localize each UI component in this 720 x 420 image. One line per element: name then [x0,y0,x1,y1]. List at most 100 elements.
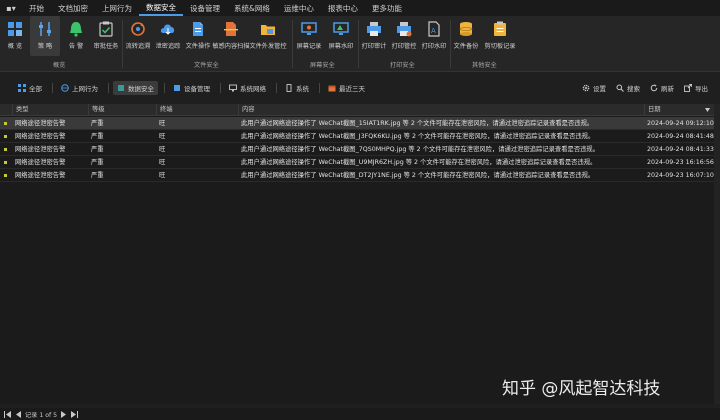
menu-more-functions[interactable]: 更多功能 [365,0,409,16]
printer-icon [367,22,381,36]
row-indicator-header [0,104,12,116]
cell-date: 2024-09-24 08:41:48 [647,133,714,140]
sensitive-scan-button[interactable]: 敏感内容扫描 [212,16,250,56]
menu-system-network[interactable]: 系统&网络 [227,0,277,16]
cell-level: 严重 [91,133,104,140]
clipboard-record-label: 剪切板记录 [484,43,516,50]
column-header-type[interactable]: 类型 [12,104,88,116]
column-header-date[interactable]: 日期 [644,104,714,116]
table-row[interactable]: 网络途径泄密告警 严重 旺 此用户通过网络途径操作了 WeChat截图_DT2J… [0,169,714,182]
print-audit-label: 打印审计 [361,43,387,50]
filter-data-security-label: 数据安全 [128,85,154,93]
row-status-marker [4,135,7,138]
menu-document-encryption[interactable]: 文档加密 [51,0,95,16]
gear-icon [582,84,590,92]
overview-button[interactable]: 概 览 [2,16,28,56]
menu-start[interactable]: 开始 [22,0,51,16]
print-watermark-label: 打印水印 [421,43,447,50]
group-overview-label: 概览 [53,62,66,69]
file-operation-button[interactable]: 文件操作 [184,16,212,56]
toolbar-actions: 设置 搜索 刷新 导出 [578,80,714,96]
cell-level: 严重 [91,172,104,179]
ribbon-separator [122,20,123,68]
cell-type: 网络途径泄密告警 [15,133,66,140]
column-header-content[interactable]: 内容 [238,104,644,116]
print-control-button[interactable]: 打印管控 [390,16,418,56]
scan-document-icon [224,22,238,36]
filter-internet-behavior-label: 上网行为 [72,85,98,93]
menu-report-center[interactable]: 报表中心 [321,0,365,16]
alert-button[interactable]: 告 警 [62,16,90,56]
refresh-button[interactable]: 刷新 [646,81,678,95]
cell-level: 严重 [91,159,104,166]
column-header-level[interactable]: 等级 [88,104,156,116]
vertical-scrollbar[interactable] [714,104,720,404]
export-label: 导出 [695,85,708,93]
menu-ops-center[interactable]: 运维中心 [277,0,321,16]
grid-icon [18,84,26,92]
overview-icon [8,22,22,36]
search-icon [616,84,624,92]
print-audit-button[interactable]: 打印审计 [360,16,388,56]
last-page-icon[interactable] [70,410,79,418]
cell-content: 此用户通过网络途径操作了 WeChat截图_U9MJR6ZH.jpg 等 2 个… [241,159,597,166]
row-status-marker [4,148,7,151]
cell-terminal: 旺 [159,146,166,153]
next-page-icon[interactable] [61,410,67,418]
watermark-text: 知乎 @风起智达科技 [502,379,661,399]
toolbar-separator [52,83,53,93]
menu-data-security[interactable]: 数据安全 [139,0,183,16]
table-header: 类型 等级 终端 内容 日期 [0,104,714,116]
filter-system-button[interactable]: 系统 [281,81,313,95]
table-row[interactable]: 网络途径泄密告警 严重 旺 此用户通过网络途径操作了 WeChat截图_J3FQ… [0,130,714,143]
toolbar-separator [220,83,221,93]
filter-all-label: 全部 [29,85,42,93]
filter-all-button[interactable]: 全部 [14,81,46,95]
menu-internet-behavior[interactable]: 上网行为 [95,0,139,16]
app-menu-icon[interactable]: ▪▾ [0,0,22,16]
folder-lock-icon [261,25,275,35]
cell-date: 2024-09-24 09:12:10 [647,120,714,127]
file-backup-button[interactable]: 文件备份 [452,16,480,56]
print-watermark-button[interactable]: A 打印水印 [420,16,448,56]
policy-button[interactable]: 策 略 [30,16,60,56]
prev-page-icon[interactable] [15,410,21,418]
cycle-icon [131,22,145,36]
filter-device-management-button[interactable]: 设备管理 [169,81,214,95]
row-status-marker [4,122,7,125]
column-header-terminal[interactable]: 终端 [156,104,238,116]
clipboard-check-icon [99,21,113,37]
refresh-label: 刷新 [661,85,674,93]
file-outbound-control-button[interactable]: 文件外发管控 [249,16,287,56]
filter-system-network-button[interactable]: 系统网络 [225,81,270,95]
cell-terminal: 旺 [159,120,166,127]
table-row[interactable]: 网络途径泄密告警 严重 旺 此用户通过网络途径操作了 WeChat截图_15IA… [0,117,714,130]
clipboard-record-button[interactable]: 剪切板记录 [482,16,518,56]
export-button[interactable]: 导出 [680,81,712,95]
settings-button[interactable]: 设置 [578,81,610,95]
table-row[interactable]: 网络途径泄密告警 严重 旺 此用户通过网络途径操作了 WeChat截图_7QS0… [0,143,714,156]
cell-content: 此用户通过网络途径操作了 WeChat截图_15IAT1RK.jpg 等 2 个… [241,120,594,127]
cell-level: 严重 [91,120,104,127]
cell-terminal: 旺 [159,172,166,179]
ribbon: 概 览 策 略 告 警 审批任务 概览 流转追溯 泄密追踪 文件操作 敏感内容扫… [0,16,720,72]
network-icon [229,84,237,92]
cell-terminal: 旺 [159,133,166,140]
screen-record-button[interactable]: 屏幕记录 [294,16,324,56]
search-button[interactable]: 搜索 [612,81,644,95]
filter-data-security-button[interactable]: 数据安全 [113,81,158,95]
cloud-icon [160,24,175,35]
filter-last-three-days-button[interactable]: 最近三天 [324,81,369,95]
database-icon [118,85,124,91]
menu-device-management[interactable]: 设备管理 [183,0,227,16]
table-row[interactable]: 网络途径泄密告警 严重 旺 此用户通过网络途径操作了 WeChat截图_U9MJ… [0,156,714,169]
approval-task-button[interactable]: 审批任务 [92,16,120,56]
leak-trace-button[interactable]: 泄密追踪 [154,16,182,56]
filter-internet-behavior-button[interactable]: 上网行为 [57,81,102,95]
first-page-icon[interactable] [4,410,12,418]
flow-trace-button[interactable]: 流转追溯 [124,16,152,56]
cell-type: 网络途径泄密告警 [15,159,66,166]
screen-watermark-button[interactable]: 屏幕水印 [326,16,356,56]
alert-table: 类型 等级 终端 内容 日期 网络途径泄密告警 严重 旺 此用户通过网络途径操作… [0,104,714,404]
alert-label: 告 警 [68,43,84,50]
